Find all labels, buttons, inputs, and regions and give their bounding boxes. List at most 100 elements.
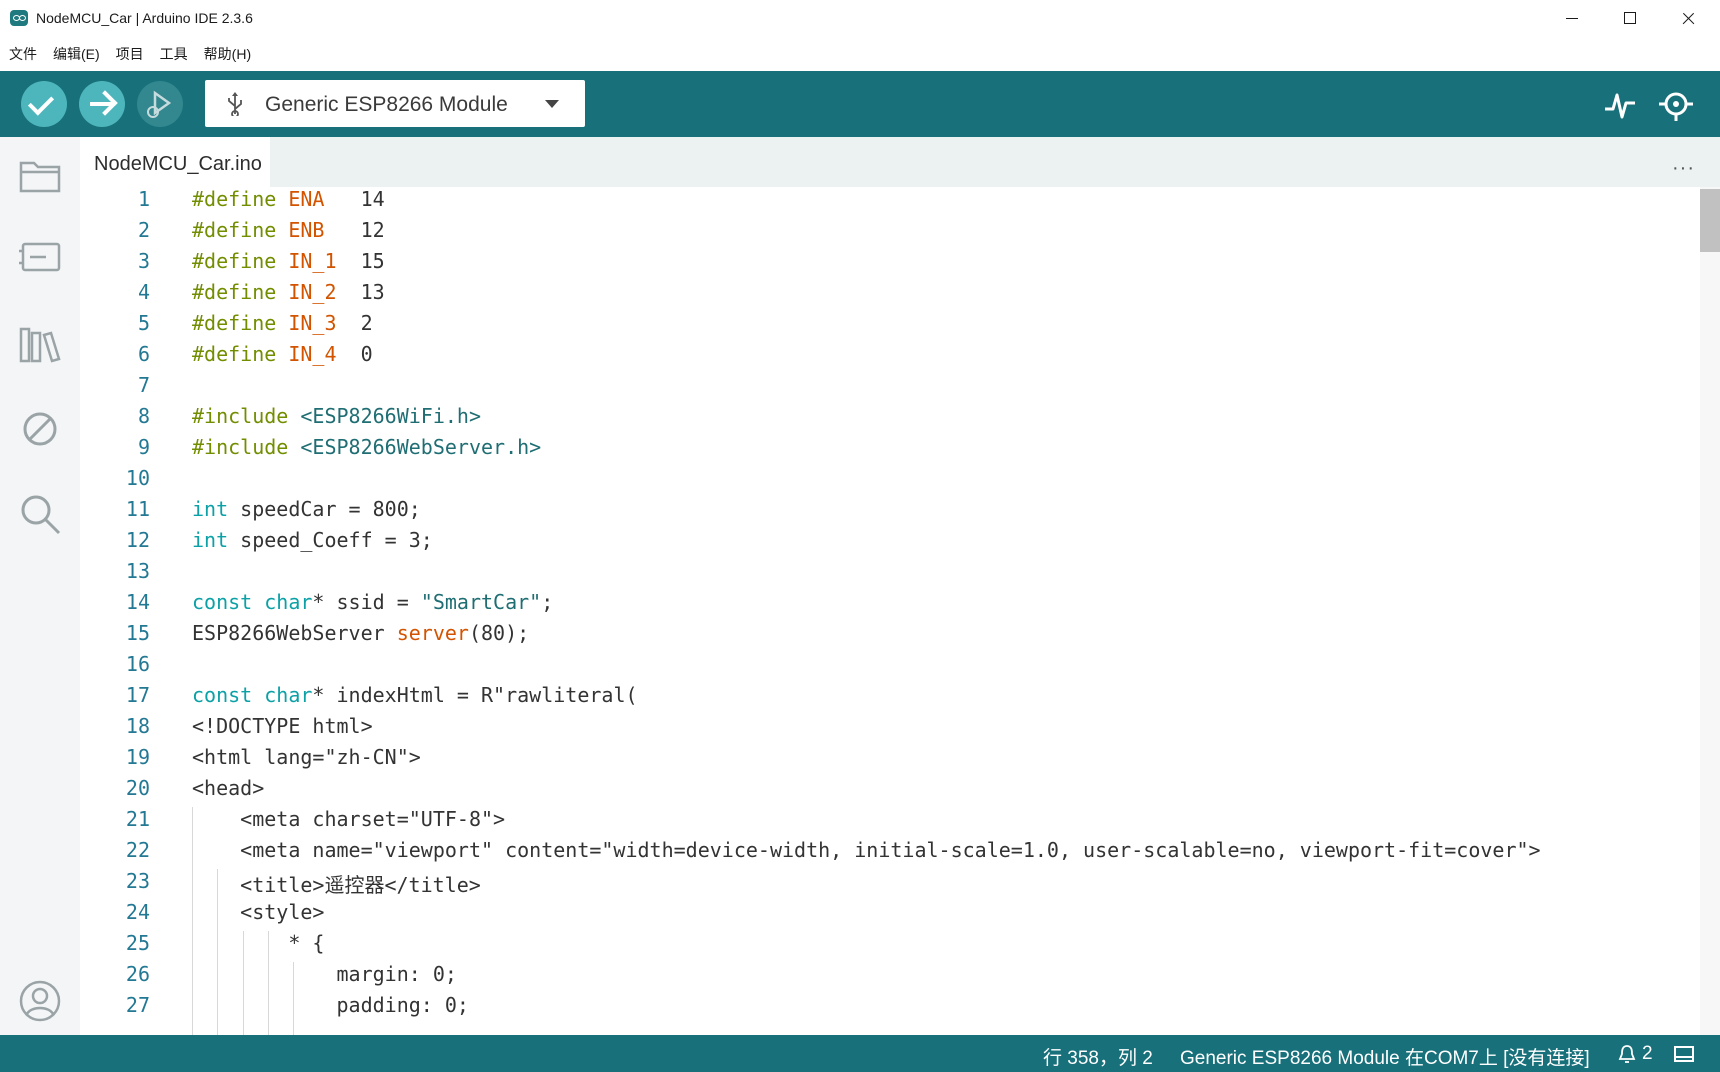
account-icon[interactable] <box>18 979 62 1023</box>
bell-icon[interactable] <box>1618 1044 1636 1064</box>
editor-scrollbar[interactable] <box>1700 187 1720 1035</box>
line-number: 4 <box>137 280 150 304</box>
code-line[interactable]: 18 <!DOCTYPE html> <box>80 714 1700 745</box>
code-token: 12 <box>324 218 385 242</box>
code-token: <!DOCTYPE html> <box>192 714 373 738</box>
upload-button[interactable] <box>79 81 125 127</box>
code-line[interactable]: 20 <head> <box>80 776 1700 807</box>
code-line[interactable]: 8 #include <ESP8266WiFi.h> <box>80 404 1700 435</box>
code-text: margin: 0; <box>192 962 457 986</box>
code-token: (80); <box>468 621 530 645</box>
code-editor[interactable]: 1 #define ENA 14 2 #define ENB 12 3 #define I… <box>80 187 1700 1035</box>
line-number: 9 <box>137 435 150 459</box>
code-token: speed_Coeff = 3; <box>228 528 433 552</box>
search-icon[interactable] <box>18 492 62 536</box>
minimize-button[interactable] <box>1543 0 1601 37</box>
code-text: #define IN_4 0 <box>192 342 373 366</box>
code-text: ESP8266WebServer server(80); <box>192 621 529 645</box>
code-token: ; <box>541 590 554 614</box>
scroll-thumb[interactable] <box>1700 189 1720 252</box>
maximize-button[interactable] <box>1601 0 1659 37</box>
code-token: const char <box>192 590 313 614</box>
line-number: 1 <box>137 187 150 211</box>
code-line[interactable]: 4 #define IN_2 13 <box>80 280 1700 311</box>
menu-bar: 文件 编辑(E) 项目 工具 帮助(H) <box>0 37 1720 71</box>
code-line[interactable]: 10 <box>80 466 1700 497</box>
code-line[interactable]: 27 padding: 0; <box>80 993 1700 1024</box>
line-number: 25 <box>125 931 150 955</box>
code-line[interactable]: 24 <style> <box>80 900 1700 931</box>
menu-edit[interactable]: 编辑(E) <box>53 44 100 64</box>
code-line[interactable]: 22 <meta name="viewport" content="width=… <box>80 838 1700 869</box>
boards-manager-icon[interactable] <box>18 235 62 279</box>
tab-nodemcu-car[interactable]: NodeMCU_Car.ino <box>80 137 270 187</box>
code-line[interactable]: 23 <title>遥控器</title> <box>80 869 1700 900</box>
code-text: <title>遥控器</title> <box>192 869 481 898</box>
code-token: "SmartCar" <box>420 590 542 614</box>
code-line[interactable]: 5 #define IN_3 2 <box>80 311 1700 342</box>
library-manager-icon[interactable] <box>18 323 62 367</box>
code-line[interactable]: 6 #define IN_4 0 <box>80 342 1700 373</box>
code-line[interactable]: 13 <box>80 559 1700 590</box>
code-token: ENB <box>288 218 325 242</box>
menu-tools[interactable]: 工具 <box>160 44 188 64</box>
code-token: <title>遥控器</title> <box>192 873 481 897</box>
code-line[interactable]: 19 <html lang="zh-CN"> <box>80 745 1700 776</box>
code-token: * { <box>192 931 325 955</box>
code-text: int speed_Coeff = 3; <box>192 528 433 552</box>
code-token: #define <box>192 218 289 242</box>
line-number: 18 <box>125 714 150 738</box>
toggle-panel-icon[interactable] <box>1674 1046 1694 1062</box>
close-button[interactable] <box>1659 0 1717 37</box>
sketchbook-folder-icon[interactable] <box>18 153 62 197</box>
code-token: #define <box>192 342 289 366</box>
code-token: #include <box>192 404 301 428</box>
code-line[interactable]: 16 <box>80 652 1700 683</box>
code-line[interactable]: 1 #define ENA 14 <box>80 187 1700 218</box>
more-options-icon[interactable]: ··· <box>1672 157 1695 180</box>
code-line[interactable]: 26 margin: 0; <box>80 962 1700 993</box>
code-line[interactable]: 25 * { <box>80 931 1700 962</box>
board-selector[interactable]: Generic ESP8266 Module <box>205 80 585 127</box>
line-number: 17 <box>125 683 150 707</box>
menu-sketch[interactable]: 项目 <box>116 44 144 64</box>
code-line[interactable]: 7 <box>80 373 1700 404</box>
code-text: <meta charset="UTF-8"> <box>192 807 505 831</box>
serial-monitor-icon[interactable] <box>1657 85 1695 123</box>
code-line[interactable]: 2 #define ENB 12 <box>80 218 1700 249</box>
code-line[interactable]: 3 #define IN_1 15 <box>80 249 1700 280</box>
line-number: 19 <box>125 745 150 769</box>
line-number: 24 <box>125 900 150 924</box>
code-token: margin: 0; <box>192 962 457 986</box>
chevron-down-icon[interactable] <box>545 100 559 108</box>
code-line[interactable]: 15 ESP8266WebServer server(80); <box>80 621 1700 652</box>
code-line[interactable]: 21 <meta charset="UTF-8"> <box>80 807 1700 838</box>
code-text: <head> <box>192 776 264 800</box>
code-token: int <box>192 528 229 552</box>
status-bar: 行 358，列 2 Generic ESP8266 Module 在COM7上 … <box>0 1035 1720 1072</box>
code-token: 15 <box>336 249 385 273</box>
code-token: <ESP8266WebServer.h> <box>300 435 542 459</box>
line-number: 13 <box>125 559 150 583</box>
menu-help[interactable]: 帮助(H) <box>204 44 251 64</box>
tab-label: NodeMCU_Car.ino <box>94 153 262 175</box>
code-token: 2 <box>336 311 373 335</box>
debug-panel-icon[interactable] <box>18 407 62 451</box>
cursor-position[interactable]: 行 358，列 2 <box>1043 1043 1153 1070</box>
menu-file[interactable]: 文件 <box>9 44 37 64</box>
code-text: #include <ESP8266WiFi.h> <box>192 404 481 428</box>
code-line[interactable]: 9 #include <ESP8266WebServer.h> <box>80 435 1700 466</box>
code-line[interactable]: 17 const char* indexHtml = R"rawliteral( <box>80 683 1700 714</box>
code-line[interactable]: 12 int speed_Coeff = 3; <box>80 528 1700 559</box>
code-text: const char* ssid = "SmartCar"; <box>192 590 553 614</box>
board-port-status[interactable]: Generic ESP8266 Module 在COM7上 [没有连接] <box>1180 1043 1590 1070</box>
code-line[interactable]: 14 const char* ssid = "SmartCar"; <box>80 590 1700 621</box>
debug-button[interactable] <box>137 81 183 127</box>
code-text: #define IN_2 13 <box>192 280 385 304</box>
code-text: <meta name="viewport" content="width=dev… <box>192 838 1540 862</box>
code-line[interactable]: 11 int speedCar = 800; <box>80 497 1700 528</box>
code-token: speedCar = 800; <box>228 497 421 521</box>
code-token: <style> <box>192 900 325 924</box>
verify-button[interactable] <box>21 81 67 127</box>
serial-plotter-icon[interactable] <box>1601 85 1639 123</box>
